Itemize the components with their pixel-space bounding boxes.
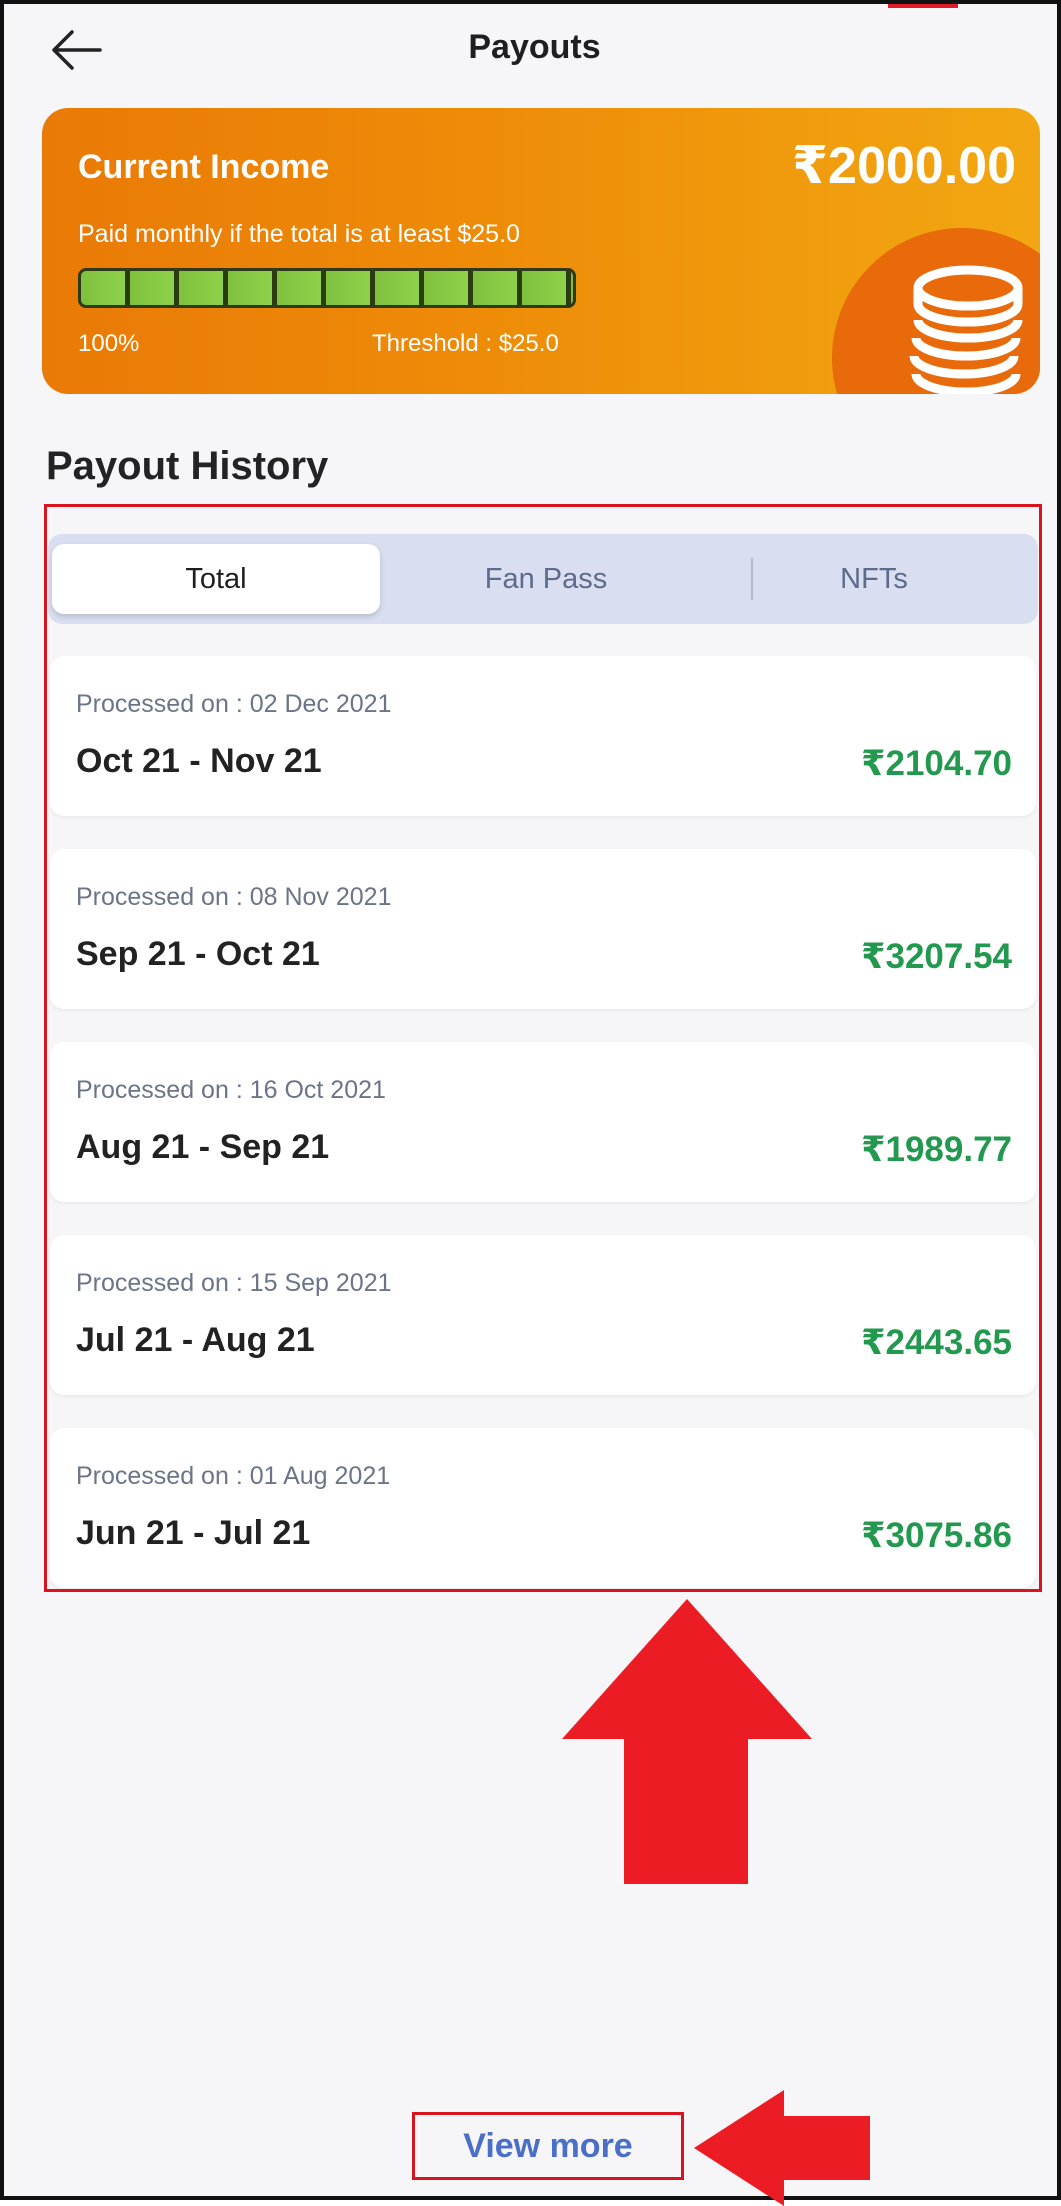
screen-frame: Payouts Current Income ₹2000.00 Paid mon… [0,0,1061,2206]
current-income-card: Current Income ₹2000.00 Paid monthly if … [42,108,1040,394]
progress-fill [81,271,573,305]
progress-threshold: Threshold : $25.0 [372,330,559,357]
payout-history-title: Payout History [46,444,329,488]
income-progress-bar [78,268,576,308]
arrow-left-pointer-icon [694,2090,870,2206]
income-amount: ₹2000.00 [791,137,1016,195]
page-title: Payouts [468,28,601,66]
view-more-highlight [412,2112,684,2180]
payout-history-highlight [44,504,1042,1592]
income-title: Current Income [78,148,330,186]
progress-percent: 100% [78,330,140,357]
top-red-mark [888,4,958,8]
coin-stack-icon [909,265,1023,394]
income-subtitle: Paid monthly if the total is at least $2… [78,220,520,248]
arrow-up-icon [562,1599,812,1884]
